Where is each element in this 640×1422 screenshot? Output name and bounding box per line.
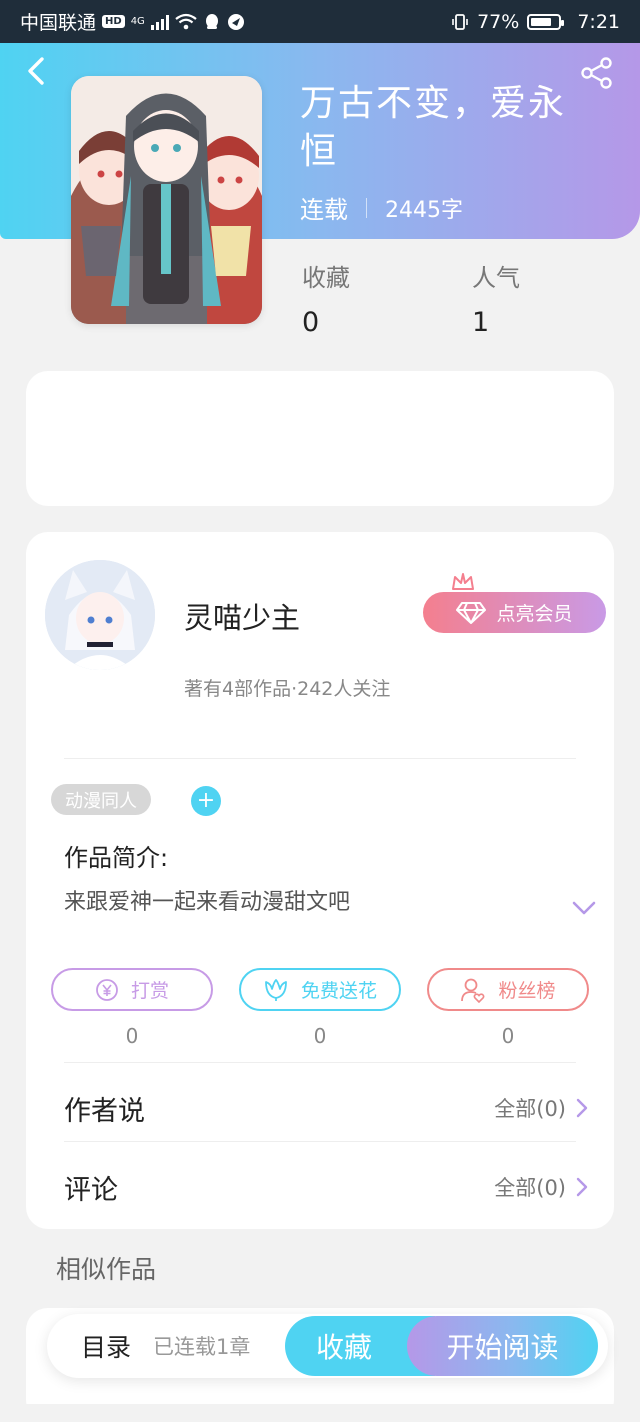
battery-fill xyxy=(531,17,552,26)
divider xyxy=(64,1062,576,1063)
intro-title: 作品简介: xyxy=(64,844,169,872)
book-title: 万古不变，爱永恒 xyxy=(300,83,567,172)
favorite-label: 收藏 xyxy=(315,1331,372,1364)
battery-icon xyxy=(527,13,565,30)
comments-row[interactable]: 评论 全部(0) xyxy=(64,1167,588,1207)
stat-value: 0 xyxy=(302,307,320,338)
reward-count: 0 xyxy=(125,1024,139,1048)
comments-all[interactable]: 全部(0) xyxy=(494,1172,588,1202)
similar-works-title: 相似作品 xyxy=(56,1255,157,1284)
tag-chip[interactable]: 动漫同人 xyxy=(51,784,151,815)
divider xyxy=(64,758,576,759)
carrier-label: 中国联通 xyxy=(20,12,97,34)
home-indicator-area xyxy=(0,1404,640,1422)
app-notification-icon xyxy=(227,13,244,30)
network-label: 4G xyxy=(130,16,145,27)
qq-icon xyxy=(205,13,218,29)
author-stats: 著有4部作品·242人关注 xyxy=(184,678,391,700)
author-notes-title: 作者说 xyxy=(64,1095,145,1127)
bottom-action-bar: 目录 已连载1章 收藏 开始阅读 xyxy=(47,1314,608,1378)
chevron-down-icon[interactable] xyxy=(572,900,596,916)
author-card: 灵喵少主 点亮会员 著有4部作品·242人关注 动漫同人 + 作品简介: 来跟爱… xyxy=(26,532,614,1229)
status-right: 77% 7:21 xyxy=(451,11,620,33)
avatar[interactable] xyxy=(45,560,155,670)
clock: 7:21 xyxy=(577,10,620,33)
crown-icon xyxy=(452,573,474,590)
hd-badge: HD xyxy=(102,15,125,28)
fan-count: 0 xyxy=(501,1024,515,1048)
cover-illustration xyxy=(71,76,262,324)
flower-count: 0 xyxy=(313,1024,327,1048)
start-reading-label: 开始阅读 xyxy=(446,1331,559,1364)
wifi-icon xyxy=(175,13,197,30)
stat-value: 1 xyxy=(472,307,490,338)
vip-button[interactable]: 点亮会员 xyxy=(423,592,606,633)
comments-title: 评论 xyxy=(64,1174,118,1206)
book-meta: 连载 2445字 xyxy=(300,190,463,225)
reward-button[interactable]: 打赏 xyxy=(51,968,213,1011)
chapters-label: 已连载1章 xyxy=(153,1335,251,1359)
fan-icon xyxy=(461,978,485,1003)
fan-ranking-label: 粉丝榜 xyxy=(498,980,556,1002)
battery-percent: 77% xyxy=(477,10,520,33)
meta-divider xyxy=(366,197,367,218)
author-notes-all[interactable]: 全部(0) xyxy=(494,1093,588,1123)
avatar-illustration xyxy=(45,560,155,670)
flower-icon xyxy=(265,978,287,1001)
divider xyxy=(64,1141,576,1142)
serial-status: 连载 xyxy=(300,196,348,224)
send-flower-label: 免费送花 xyxy=(300,980,377,1002)
start-reading-button[interactable]: 开始阅读 xyxy=(407,1316,598,1376)
comments-count: 全部(0) xyxy=(494,1176,566,1200)
signal-icon xyxy=(150,14,169,30)
add-tag-button[interactable]: + xyxy=(191,786,221,816)
back-icon[interactable] xyxy=(22,56,52,86)
stat-label: 收藏 xyxy=(302,264,350,292)
ad-placeholder-card xyxy=(26,371,614,506)
status-left: 中国联通 HD 4G xyxy=(20,8,245,35)
send-flower-button[interactable]: 免费送花 xyxy=(239,968,401,1011)
yuan-icon xyxy=(96,978,118,1001)
fan-ranking-button[interactable]: 粉丝榜 xyxy=(427,968,589,1011)
chevron-right-icon xyxy=(576,1177,588,1197)
diamond-icon xyxy=(456,601,487,624)
vibrate-icon xyxy=(452,13,468,30)
stat-label: 人气 xyxy=(472,264,520,292)
word-count: 2445字 xyxy=(385,197,463,223)
chevron-right-icon xyxy=(576,1098,588,1118)
vip-label: 点亮会员 xyxy=(496,603,573,625)
author-notes-row[interactable]: 作者说 全部(0) xyxy=(64,1088,588,1128)
toc-button[interactable]: 目录 xyxy=(47,1328,131,1364)
intro-text: 来跟爱神一起来看动漫甜文吧 xyxy=(64,890,351,915)
stat-favorites: 收藏 0 xyxy=(302,258,350,338)
status-bar: 中国联通 HD 4G 77% 7:21 xyxy=(0,0,640,43)
book-cover-image[interactable] xyxy=(71,76,262,324)
author-name[interactable]: 灵喵少主 xyxy=(184,595,300,637)
author-notes-count: 全部(0) xyxy=(494,1097,566,1121)
stat-popularity: 人气 1 xyxy=(472,258,520,338)
reward-label: 打赏 xyxy=(130,980,169,1002)
